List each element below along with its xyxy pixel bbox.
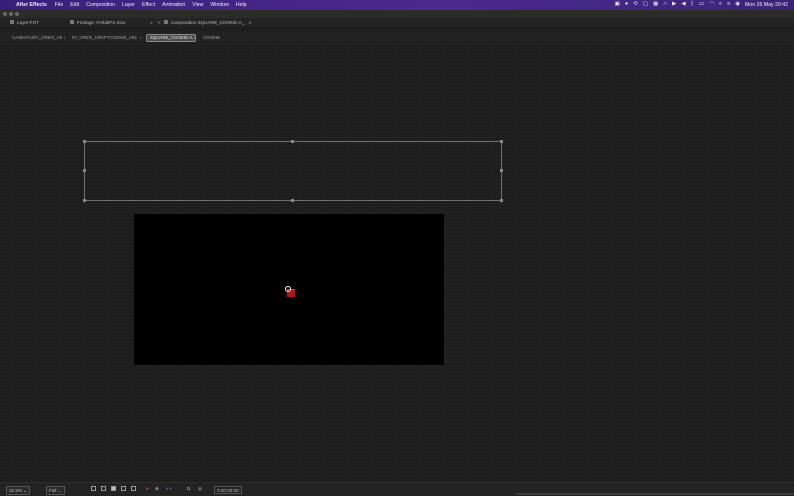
status-display-icon[interactable]: ▢ [643, 2, 648, 8]
status-volume-icon[interactable]: ◀ [681, 2, 685, 8]
close-tab-icon[interactable]: × [158, 20, 161, 25]
status-box-icon[interactable]: ▦ [653, 2, 658, 8]
region-of-interest-icon[interactable] [91, 486, 96, 491]
tab-layer[interactable]: Layer:FOT [10, 20, 39, 25]
breadcrumb-craftcookie[interactable]: 07_OREO_CRAFTCOOKIE_V02 [72, 35, 137, 40]
layer-panel-icon [10, 20, 14, 24]
menu-help[interactable]: Help [236, 2, 247, 8]
snapshot-camera-icon[interactable]: ◘ [187, 486, 190, 491]
status-play-icon[interactable]: ▶ [672, 2, 676, 8]
menu-app-name[interactable]: After Effects [16, 2, 47, 8]
transform-handle[interactable] [500, 199, 503, 202]
close-window-button[interactable] [3, 12, 7, 16]
menu-edit[interactable]: Edit [70, 2, 79, 8]
composition-frame[interactable] [134, 214, 444, 365]
anchor-point-icon[interactable] [285, 286, 291, 292]
transform-handle[interactable] [83, 140, 86, 143]
battery-icon[interactable]: ▭ [699, 2, 704, 8]
composition-navigator: CASESTUDY_OREO_V8 ‹ 07_OREO_CRAFTCOOKIE_… [0, 32, 794, 42]
tab-footage[interactable]: Footage: FerlabFX.mov [70, 20, 125, 25]
status-record-icon[interactable]: ● [625, 2, 628, 8]
footage-panel-icon [70, 20, 74, 24]
search-icon[interactable]: ⌕ [719, 2, 722, 8]
window-titlebar [0, 10, 794, 18]
window-controls [3, 12, 19, 16]
transform-handle[interactable] [291, 199, 294, 202]
exposure-icon[interactable]: ⊕ [155, 486, 159, 492]
zoom-dropdown[interactable]: 22.5% ⌄ [6, 486, 31, 495]
layer-bounding-box[interactable] [83, 140, 503, 202]
menu-composition[interactable]: Composition [86, 2, 115, 8]
transform-handle[interactable] [500, 169, 503, 172]
panel-menu-icon[interactable]: ≡ [248, 20, 251, 25]
after-effects-window: After Effects File Edit Composition Laye… [0, 0, 794, 496]
breadcrumb-square-cookie[interactable]: SQUARE_COOKIE-A [146, 33, 197, 42]
show-snapshot-icon[interactable]: ◎ [198, 486, 202, 492]
mask-visibility-icon[interactable] [111, 486, 116, 491]
breadcrumb-cookie[interactable]: COOKIE [203, 35, 220, 40]
menu-animation[interactable]: Animation [162, 2, 185, 8]
transform-handle[interactable] [500, 140, 503, 143]
status-headphones-icon[interactable]: ∩ [663, 2, 667, 8]
wifi-icon[interactable]: ◠ [709, 2, 714, 8]
tab-composition[interactable]: × Composition SQUARE_COOKIE-A_ ≡ [158, 20, 251, 25]
transform-handle[interactable] [83, 199, 86, 202]
current-time-display[interactable]: 0:00:00:00 [214, 486, 242, 494]
menu-clock[interactable]: Mon 26 May 20:42 [745, 2, 788, 8]
status-sync-icon[interactable]: ⟲ [633, 2, 638, 8]
macos-menu-bar: After Effects File Edit Composition Laye… [0, 0, 794, 10]
panel-tab-bar: Layer:FOT Footage: FerlabFX.mov » × Comp… [0, 18, 794, 27]
menu-arrow-icon[interactable]: » [150, 20, 153, 25]
zoom-value: 22.5% [9, 487, 23, 493]
control-center-icon[interactable]: ≡ [727, 2, 730, 8]
menu-file[interactable]: File [55, 2, 63, 8]
menu-view[interactable]: View [192, 2, 203, 8]
tab-composition-label: Composition SQUARE_COOKIE-A_ [170, 19, 245, 25]
menu-effect[interactable]: Effect [142, 2, 155, 8]
tab-layer-label: Layer:FOT [17, 19, 39, 25]
bluetooth-icon[interactable]: ᛒ [691, 2, 694, 8]
siri-icon[interactable]: ◉ [735, 2, 740, 8]
composition-panel-icon [163, 20, 168, 24]
color-management-icon[interactable]: ◐◑ [166, 486, 172, 491]
tab-footage-label: Footage: FerlabFX.mov [77, 19, 126, 25]
status-area: ▣ ● ⟲ ▢ ▦ ∩ ▶ ◀ ᛒ ▭ ◠ ⌕ ≡ ◉ Mon 26 May 2… [615, 2, 794, 8]
chevron-left-icon: ‹ [64, 34, 66, 40]
transparency-grid-icon[interactable] [101, 486, 106, 491]
zoom-window-button[interactable] [15, 12, 19, 16]
grid-options-icon[interactable] [131, 486, 136, 491]
resolution-value: Full [49, 487, 57, 493]
menu-layer[interactable]: Layer [122, 2, 135, 8]
composition-viewer[interactable] [0, 43, 794, 482]
transform-handle[interactable] [83, 169, 86, 172]
viewer-controls-bar: 22.5% ⌄ Full ⌄ ● ⊕ ◐◑ ◘ ◎ 0:00:00:00 [0, 482, 794, 496]
chevron-left-icon: ‹ [140, 34, 142, 40]
resolution-dropdown[interactable]: Full ⌄ [46, 486, 65, 495]
guides-icon[interactable] [121, 486, 126, 491]
status-app-icon[interactable]: ▣ [615, 2, 620, 8]
minimize-window-button[interactable] [9, 12, 13, 16]
color-channel-icon[interactable]: ● [146, 486, 149, 491]
menu-window[interactable]: Window [210, 2, 228, 8]
chevron-left-icon: ‹ [194, 34, 196, 40]
breadcrumb-casestudy[interactable]: CASESTUDY_OREO_V8 [12, 35, 62, 40]
transform-handle[interactable] [291, 140, 294, 143]
horizontal-scrollbar[interactable] [516, 493, 794, 495]
